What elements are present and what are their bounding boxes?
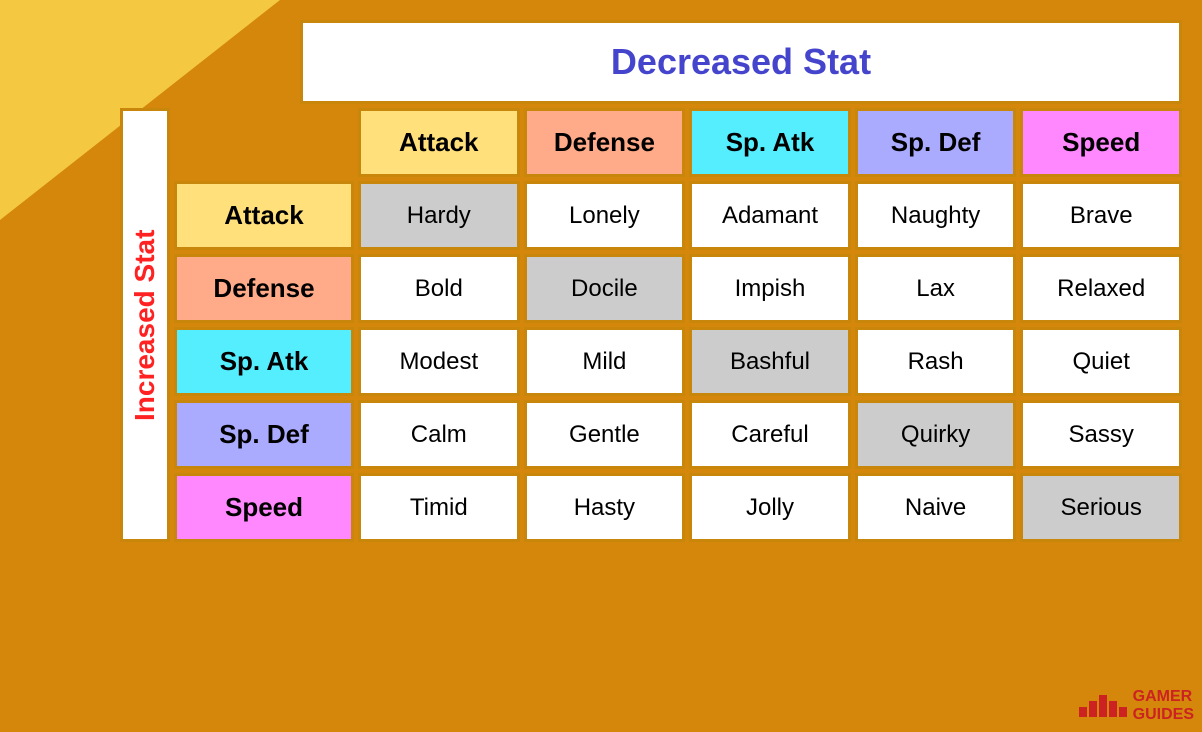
column-headers: Attack Defense Sp. Atk Sp. Def Speed [174,108,1182,177]
nature-cell: Quiet [1020,327,1182,396]
col-header-speed: Speed [1020,108,1182,177]
table-row: Speed Timid Hasty Jolly Naive Serious [174,473,1182,542]
nature-cell: Rash [855,327,1017,396]
bar5 [1119,707,1127,717]
row-header-defense: Defense [174,254,354,323]
increased-stat-label: Increased Stat [120,108,170,542]
nature-cell: Bashful [689,327,851,396]
nature-cell: Lonely [524,181,686,250]
nature-cell: Hasty [524,473,686,542]
table-section: Attack Defense Sp. Atk Sp. Def Speed Att… [174,108,1182,542]
gamer-guides-text: GAMERGUIDES [1133,688,1194,724]
nature-cell: Docile [524,254,686,323]
bar4 [1109,701,1117,717]
decreased-stat-header: Decreased Stat [300,20,1182,104]
nature-cell: Quirky [855,400,1017,469]
nature-cell: Mild [524,327,686,396]
table-row: Attack Hardy Lonely Adamant Naughty Brav… [174,181,1182,250]
data-rows: Attack Hardy Lonely Adamant Naughty Brav… [174,181,1182,542]
table-row: Defense Bold Docile Impish Lax Relaxed [174,254,1182,323]
nature-cell: Bold [358,254,520,323]
nature-cell: Timid [358,473,520,542]
row-header-attack: Attack [174,181,354,250]
row-header-speed: Speed [174,473,354,542]
bar2 [1089,701,1097,717]
nature-cell: Naive [855,473,1017,542]
col-header-attack: Attack [358,108,520,177]
bar3 [1099,695,1107,717]
grid-area: Increased Stat Attack Defense Sp. Atk Sp… [120,108,1182,542]
bar1 [1079,707,1087,717]
col-header-spdef: Sp. Def [855,108,1017,177]
nature-cell: Modest [358,327,520,396]
nature-cell: Relaxed [1020,254,1182,323]
decreased-stat-label: Decreased Stat [611,41,871,82]
gamer-guides-logo: GAMERGUIDES [1079,688,1194,724]
nature-cell: Sassy [1020,400,1182,469]
col-header-defense: Defense [524,108,686,177]
nature-cell: Serious [1020,473,1182,542]
table-row: Sp. Atk Modest Mild Bashful Rash Quiet [174,327,1182,396]
nature-cell: Naughty [855,181,1017,250]
table-row: Sp. Def Calm Gentle Careful Quirky Sassy [174,400,1182,469]
nature-cell: Hardy [358,181,520,250]
nature-cell: Lax [855,254,1017,323]
nature-cell: Gentle [524,400,686,469]
logo-bars-icon [1079,695,1127,717]
row-header-spatk: Sp. Atk [174,327,354,396]
col-header-spatk: Sp. Atk [689,108,851,177]
main-container: Decreased Stat Increased Stat Attack Def… [120,20,1182,712]
col-header-empty [174,108,354,177]
nature-cell: Calm [358,400,520,469]
nature-cell: Careful [689,400,851,469]
nature-cell: Impish [689,254,851,323]
row-header-spdef: Sp. Def [174,400,354,469]
nature-cell: Jolly [689,473,851,542]
nature-cell: Adamant [689,181,851,250]
nature-cell: Brave [1020,181,1182,250]
